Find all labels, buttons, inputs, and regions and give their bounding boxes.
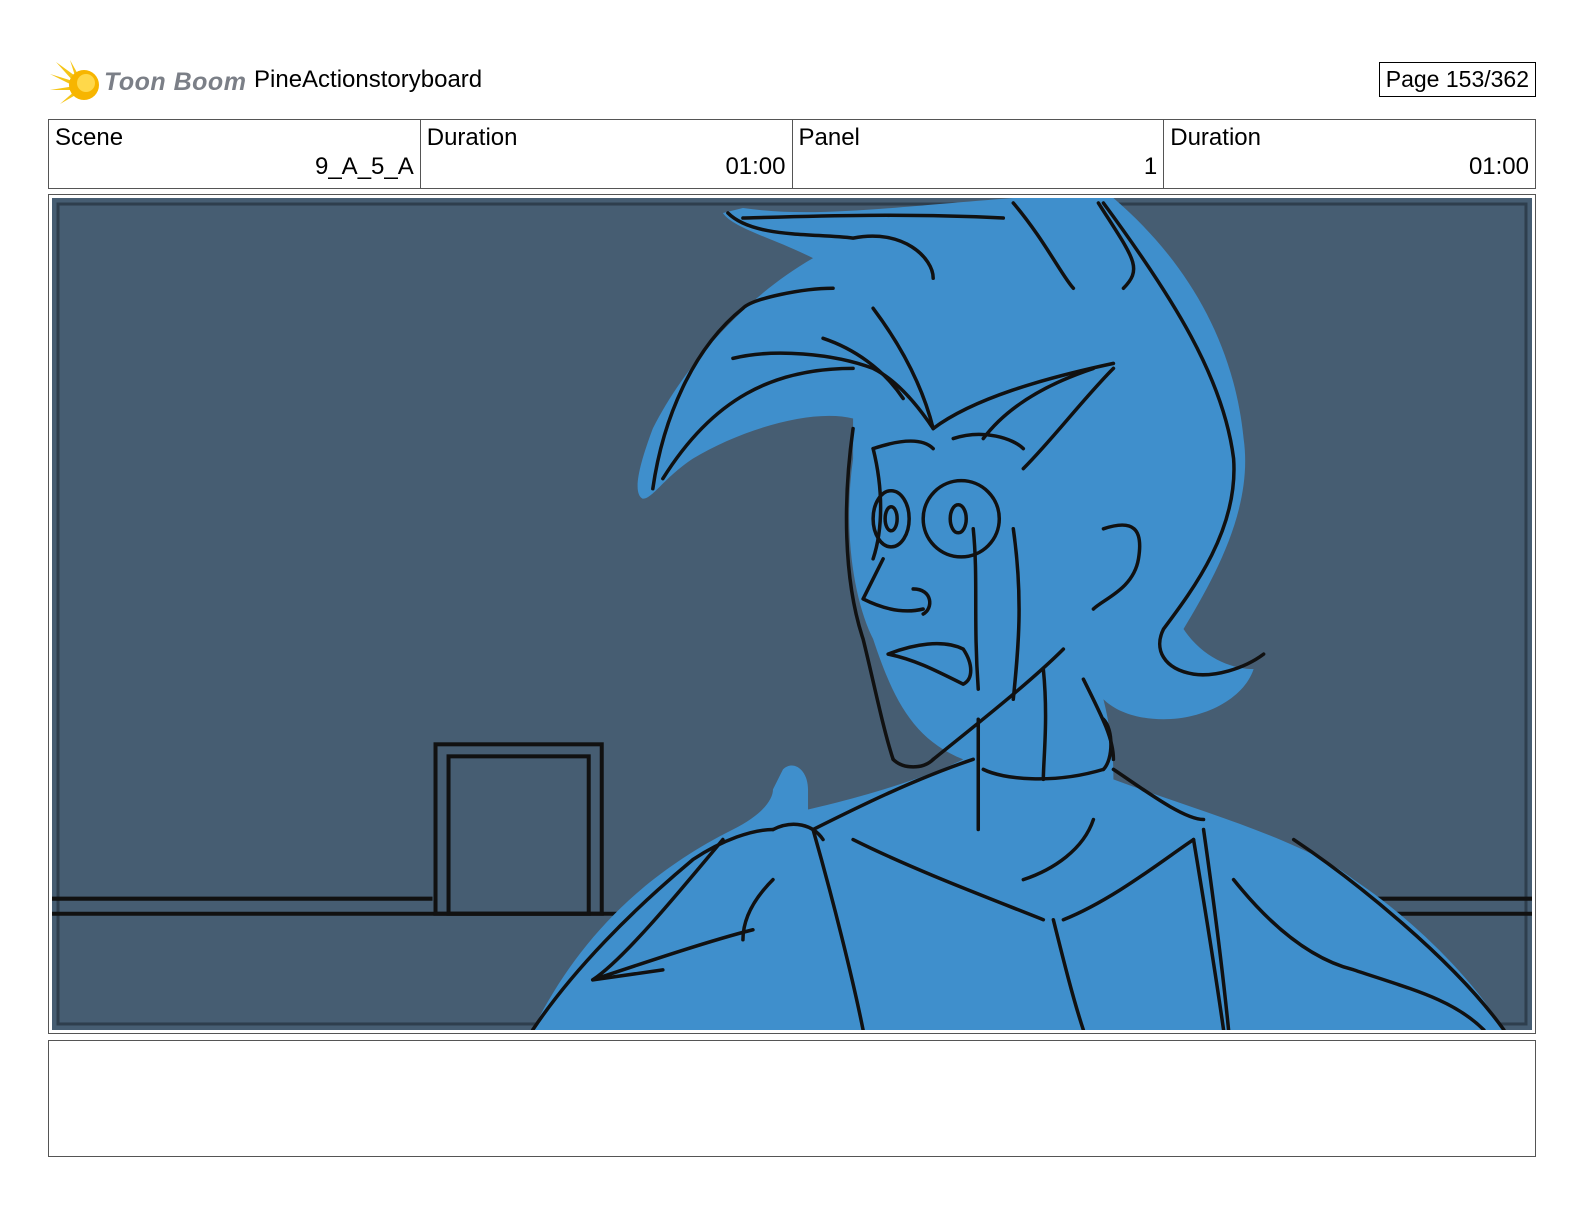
- panel-duration-cell: Duration 01:00: [1164, 120, 1535, 188]
- scene-duration-label: Duration: [426, 124, 518, 151]
- logo-text: Toon Boom: [104, 68, 247, 96]
- page-header: Toon Boom PineActionstoryboard Page 153/…: [48, 52, 1536, 108]
- panel-cell: Panel 1: [793, 120, 1165, 188]
- scene-cell: Scene 9_A_5_A: [49, 120, 421, 188]
- page-number: Page 153/362: [1378, 62, 1536, 97]
- storyboard-panel: [48, 194, 1536, 1034]
- scene-duration-cell: Duration 01:00: [421, 120, 793, 188]
- panel-value: 1: [1143, 153, 1158, 180]
- scene-value: 9_A_5_A: [314, 153, 414, 180]
- panel-duration-label: Duration: [1170, 124, 1261, 151]
- starburst-icon: [50, 60, 99, 104]
- panel-duration-value: 01:00: [1468, 153, 1529, 180]
- panel-drawing: [52, 198, 1532, 1030]
- panel-notes: [48, 1040, 1536, 1157]
- scene-info-table: Scene 9_A_5_A Duration 01:00 Panel 1 Dur…: [48, 119, 1536, 189]
- scene-label: Scene: [55, 124, 124, 151]
- panel-label: Panel: [798, 124, 860, 151]
- toon-boom-logo: Toon Boom: [48, 56, 248, 108]
- scene-duration-value: 01:00: [725, 153, 786, 180]
- project-title: PineActionstoryboard: [254, 66, 483, 93]
